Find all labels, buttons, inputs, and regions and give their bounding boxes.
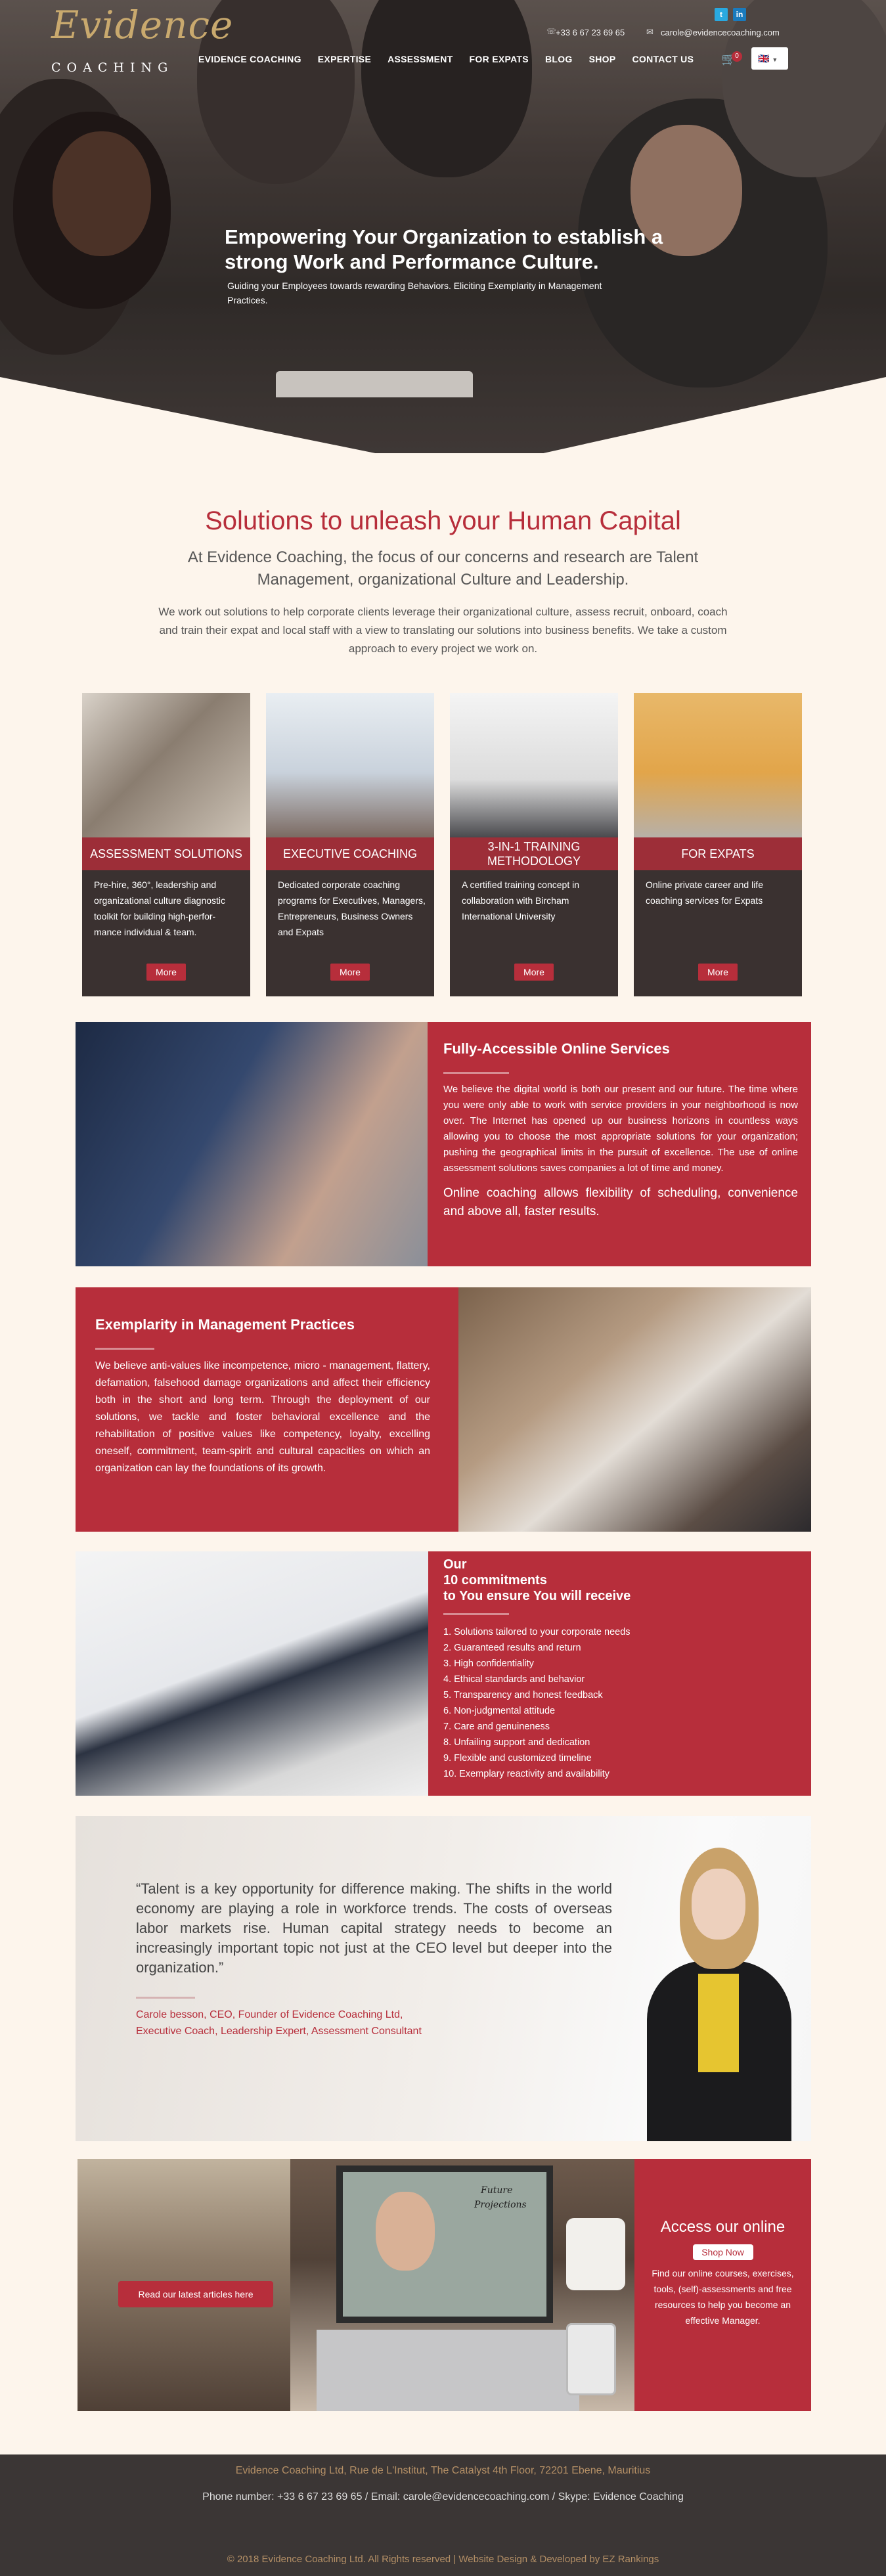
exemplarity-block: Exemplarity in Management Practices We b… — [76, 1287, 811, 1532]
portrait-face — [692, 1869, 745, 1940]
more-button[interactable]: More — [146, 964, 186, 981]
coffee-cup — [566, 2218, 625, 2290]
card-label: 3-IN-1 TRAINING METHODOLOGY — [450, 837, 618, 870]
list-item: 2. Guaranteed results and return — [443, 1643, 581, 1653]
access-title: Access our online — [660, 2218, 786, 2236]
card-assessment: ASSESSMENT SOLUTIONS Pre-hire, 360°, lea… — [82, 693, 250, 996]
card-label: FOR EXPATS — [634, 837, 802, 870]
quote-author-line1: Carole besson, CEO, Founder of Evidence … — [136, 2009, 403, 2020]
online-title: Fully-Accessible Online Services — [443, 1040, 670, 1057]
card-for-expats: FOR EXPATS Online private career and lif… — [634, 693, 802, 996]
quote-author: Carole besson, CEO, Founder of Evidence … — [136, 2007, 422, 2039]
articles-panel: Read our latest articles here — [78, 2159, 290, 2411]
laptop-screen: Future Projections — [336, 2165, 553, 2323]
phone-laptop-photo — [76, 1022, 428, 1266]
ceo-quote-block: “Talent is a key opportunity for differe… — [76, 1816, 811, 2141]
list-item: 9. Flexible and customized timeline — [443, 1753, 592, 1764]
ceo-portrait — [621, 1816, 811, 2141]
list-item: 6. Non-judgmental attitude — [443, 1706, 556, 1716]
footer-copyright: © 2018 Evidence Coaching Ltd. All Rights… — [227, 2554, 659, 2565]
exemplarity-text: We believe anti-values like incompetence… — [95, 1360, 430, 1474]
more-button[interactable]: More — [514, 964, 554, 981]
more-button[interactable]: More — [330, 964, 370, 981]
commitments-title-2: 10 commitments — [443, 1573, 547, 1588]
card-executive-coaching: EXECUTIVE COACHING Dedicated corporate c… — [266, 693, 434, 996]
online-services-block: Fully-Accessible Online Services We beli… — [76, 1022, 811, 1266]
list-item: 5. Transparency and honest feedback — [443, 1690, 603, 1700]
handshake-photo — [76, 1551, 428, 1796]
woman-figure — [376, 2192, 435, 2271]
smartphone — [566, 2323, 616, 2395]
shop-now-button[interactable]: Shop Now — [692, 2244, 753, 2260]
online-shop-panel: Access our online Shop Now Find our onli… — [634, 2159, 811, 2411]
board-line-1: Future — [481, 2185, 513, 2196]
divider — [443, 1613, 509, 1615]
list-item: 7. Care and genuineness — [443, 1721, 550, 1732]
list-item: 10. Exemplary reactivity and availabilit… — [443, 1769, 610, 1779]
list-item: 8. Unfailing support and dedication — [443, 1737, 590, 1748]
divider — [443, 1072, 509, 1074]
card-image — [450, 693, 618, 837]
services-cards: ASSESSMENT SOLUTIONS Pre-hire, 360°, lea… — [0, 693, 886, 1002]
card-text: Online private career and life coaching … — [646, 879, 763, 906]
card-label: ASSESSMENT SOLUTIONS — [82, 837, 250, 870]
access-text: Find our online courses, exercises, tool… — [652, 2268, 794, 2326]
board-line-2: Projections — [474, 2200, 527, 2210]
read-articles-button[interactable]: Read our latest articles here — [118, 2281, 273, 2307]
laptop-photo: Future Projections — [290, 2159, 634, 2411]
portrait-top — [698, 1974, 739, 2072]
laptop-keyboard — [317, 2330, 579, 2411]
exemplarity-title: Exemplarity in Management Practices — [95, 1316, 355, 1333]
card-label: EXECUTIVE COACHING — [266, 837, 434, 870]
quote-text: “Talent is a key opportunity for differe… — [136, 1880, 612, 1976]
card-text: Pre-hire, 360°, leadership and organizat… — [94, 879, 226, 937]
list-item: 1. Solutions tailored to your corporate … — [443, 1627, 631, 1637]
card-text: A certified training concept in collabor… — [462, 879, 579, 922]
divider — [136, 1997, 195, 1999]
list-item: 4. Ethical standards and behavior — [443, 1674, 585, 1685]
quote-author-line2: Executive Coach, Leadership Expert, Asse… — [136, 2026, 422, 2037]
more-button[interactable]: More — [698, 964, 738, 981]
card-image — [266, 693, 434, 837]
online-paragraph: We believe the digital world is both our… — [443, 1084, 798, 1174]
card-image — [82, 693, 250, 837]
commitments-title-1: Our — [443, 1557, 467, 1572]
resources-strip: Read our latest articles here Future Pro… — [78, 2159, 811, 2411]
card-image — [634, 693, 802, 837]
commitments-list: 1. Solutions tailored to your corporate … — [443, 1624, 798, 1782]
team-hands-photo — [458, 1287, 811, 1532]
commitments-title-3: to You ensure You will receive — [443, 1589, 631, 1603]
divider — [95, 1348, 154, 1350]
card-text: Dedicated corporate coaching programs fo… — [278, 879, 426, 937]
footer: Evidence Coaching Ltd, Rue de L'Institut… — [0, 2454, 886, 2576]
footer-address: Evidence Coaching Ltd, Rue de L'Institut… — [235, 2465, 651, 2476]
online-highlight: Online coaching allows flexibility of sc… — [443, 1186, 798, 1218]
footer-contact: Phone number: +33 6 67 23 69 65 / Email:… — [202, 2491, 684, 2502]
commitments-block: Our 10 commitments to You ensure You wil… — [76, 1551, 811, 1796]
list-item: 3. High confidentiality — [443, 1658, 534, 1669]
card-training: 3-IN-1 TRAINING METHODOLOGY A certified … — [450, 693, 618, 996]
